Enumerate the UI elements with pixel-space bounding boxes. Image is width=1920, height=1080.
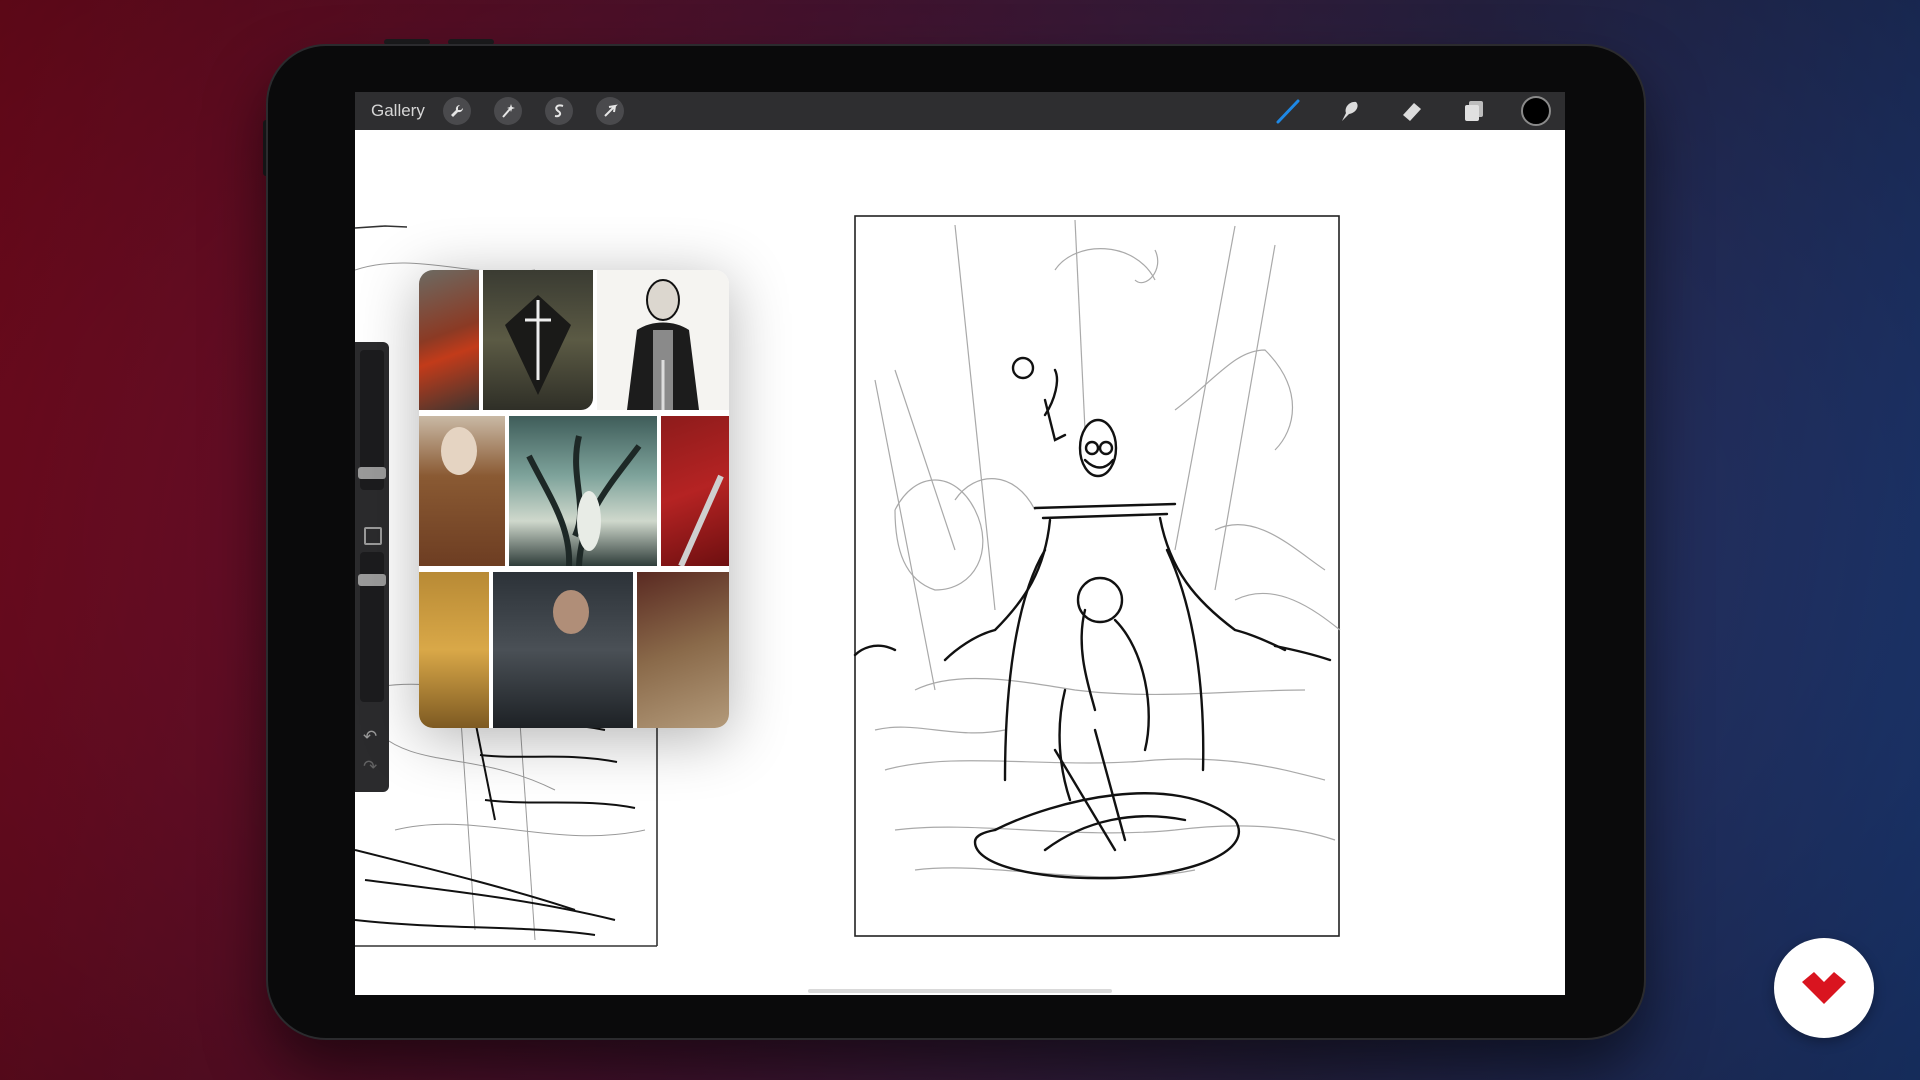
- dragon-tarot-card: [419, 270, 479, 410]
- redo-icon[interactable]: ↷: [363, 757, 377, 777]
- sword-crest-shield: [483, 270, 593, 410]
- brush-opacity-handle[interactable]: [358, 574, 386, 586]
- color-picker-swatch[interactable]: [1521, 96, 1551, 126]
- volume-button: [384, 39, 430, 45]
- eraser-icon[interactable]: [1397, 96, 1427, 126]
- reference-panel[interactable]: [419, 270, 729, 728]
- brush-sidebar: ↶ ↷: [355, 342, 389, 792]
- heart-logo-icon: [1802, 972, 1846, 1004]
- drawing-canvas[interactable]: ↶ ↷: [355, 130, 1565, 995]
- wrench-icon[interactable]: [442, 97, 471, 125]
- procreate-screen: Gallery ↶ ↷: [355, 92, 1565, 995]
- layers-icon[interactable]: [1459, 96, 1489, 126]
- home-indicator: [808, 989, 1112, 993]
- brush-icon[interactable]: [1273, 96, 1303, 126]
- undo-icon[interactable]: ↶: [363, 727, 377, 747]
- golden-armor-detail: [637, 572, 729, 728]
- haunted-tree-painting: [509, 416, 657, 566]
- domestika-logo: [1774, 938, 1874, 1038]
- red-sword-detail: [661, 416, 729, 566]
- volume-button: [448, 39, 494, 45]
- armored-woman-portrait: [419, 416, 505, 566]
- smudge-icon[interactable]: [1335, 96, 1365, 126]
- magic-wand-icon[interactable]: [493, 97, 522, 125]
- top-toolbar: Gallery: [355, 92, 1565, 130]
- gallery-button[interactable]: Gallery: [371, 101, 425, 121]
- selection-icon[interactable]: [544, 97, 573, 125]
- armored-knight-photo: [493, 572, 633, 728]
- modify-button[interactable]: [364, 527, 382, 545]
- dark-knight-illustration: [597, 270, 729, 410]
- brush-size-handle[interactable]: [358, 467, 386, 479]
- art-nouveau-gold-portrait: [419, 572, 489, 728]
- transform-arrow-icon[interactable]: [595, 97, 624, 125]
